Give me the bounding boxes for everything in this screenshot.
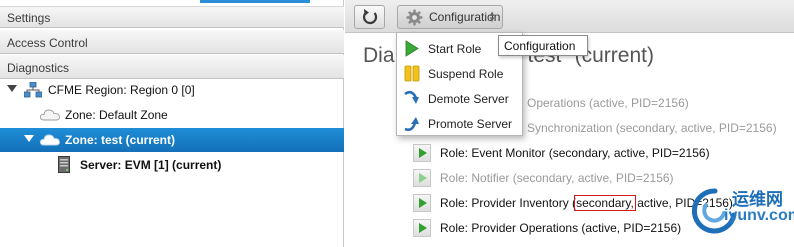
menu-item-suspend-role[interactable]: Suspend Role: [397, 61, 522, 86]
role-text-before: Role: Provider Inventory (: [440, 196, 577, 210]
accordion-access-control[interactable]: Access Control: [0, 30, 344, 54]
menu-item-label: Suspend Role: [428, 67, 504, 81]
tooltip: Configuration: [498, 35, 588, 56]
role-text: Operations (active, PID=2156): [527, 96, 689, 110]
tree-node-server[interactable]: Server: EVM [1] (current): [0, 153, 344, 177]
menu-item-promote-server[interactable]: Promote Server: [397, 111, 522, 136]
expand-arrow-icon[interactable]: [24, 135, 34, 142]
play-icon: [413, 144, 431, 162]
suspend-role-icon: [404, 65, 420, 82]
refresh-button[interactable]: [354, 5, 385, 29]
tree-node-zone-test[interactable]: Zone: test (current): [0, 128, 344, 152]
updown-caret-icon: ▲ ▼: [488, 9, 496, 24]
menu-item-label: Promote Server: [428, 117, 513, 131]
tree-node-zone-default[interactable]: Zone: Default Zone: [0, 103, 344, 127]
expand-arrow-icon[interactable]: [7, 85, 17, 92]
accordion-settings[interactable]: Settings: [0, 6, 344, 28]
menu-item-label: Demote Server: [428, 92, 509, 106]
watermark-url: iyunv.com: [724, 207, 794, 224]
role-text: Synchronization (secondary, active, PID=…: [527, 121, 777, 135]
tooltip-text: Configuration: [504, 39, 576, 53]
gear-icon: [406, 9, 423, 26]
left-navigation-panel: Settings Access Control Diagnostics CFME…: [0, 0, 344, 247]
configuration-dropdown-button[interactable]: Configuration ▲ ▼: [397, 5, 503, 29]
cloud-icon: [40, 109, 60, 121]
menu-item-demote-server[interactable]: Demote Server: [397, 86, 522, 111]
tree-node-region[interactable]: CFME Region: Region 0 [0]: [0, 78, 344, 102]
accordion-diagnostics[interactable]: Diagnostics: [0, 55, 344, 79]
highlight-box: secondary,: [574, 195, 636, 211]
accordion-settings-label: Settings: [7, 11, 51, 25]
promote-server-icon: [404, 117, 419, 132]
role-text: Role: Notifier (secondary, active, PID=2…: [440, 171, 674, 185]
watermark-logo: 运维网 iyunv.com: [688, 185, 794, 247]
play-icon: [413, 169, 431, 187]
tree-node-label: Server: EVM [1] (current): [80, 158, 222, 172]
start-role-icon: [405, 40, 419, 57]
refresh-icon: [362, 9, 378, 25]
accordion-access-control-label: Access Control: [7, 36, 88, 50]
tree-node-label: Zone: test (current): [65, 133, 176, 147]
play-icon: [413, 194, 431, 212]
cloud-icon: [40, 134, 60, 146]
role-text: Role: Event Monitor (secondary, active, …: [440, 146, 710, 160]
menu-item-label: Start Role: [428, 42, 482, 56]
play-icon: [413, 219, 431, 237]
role-text: Role: Provider Operations (active, PID=2…: [440, 221, 682, 235]
tree-node-label: Zone: Default Zone: [65, 108, 168, 122]
tree-node-label: CFME Region: Region 0 [0]: [48, 83, 195, 97]
active-tab-indicator: [200, 0, 310, 3]
server-icon: [58, 156, 70, 173]
accordion-diagnostics-label: Diagnostics: [7, 61, 70, 75]
page-title-left: Dia: [363, 44, 395, 67]
toolbar: Configuration ▲ ▼: [345, 0, 794, 33]
demote-server-icon: [404, 90, 419, 104]
region-icon: [24, 82, 42, 98]
